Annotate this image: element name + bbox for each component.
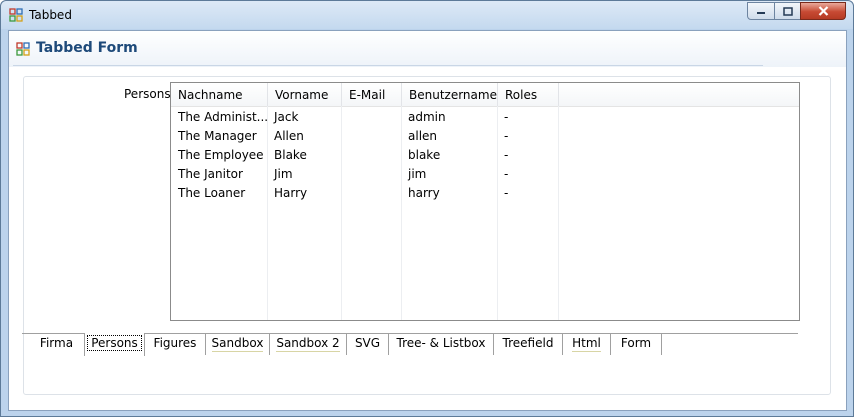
minimize-button[interactable] — [747, 2, 775, 20]
close-button[interactable] — [800, 2, 846, 20]
table-row[interactable]: The Janitor Jim jim - — [171, 165, 799, 184]
tab-html[interactable]: Html — [563, 333, 611, 355]
cell-roles: - — [504, 129, 509, 143]
tab-label: Firma — [39, 336, 74, 350]
cell-nachname: The Janitor — [178, 167, 243, 181]
cell-roles: - — [504, 167, 509, 181]
cell-email — [341, 127, 401, 146]
tab-label: Sandbox 2 — [276, 336, 340, 352]
header-divider — [13, 65, 763, 66]
column-header-benutzername[interactable]: Benutzername — [402, 83, 498, 106]
app-grid-icon — [9, 8, 23, 22]
tab-label: Form — [620, 336, 652, 350]
cell-nachname: The Manager — [178, 129, 257, 143]
tab-label: Treefield — [502, 336, 554, 350]
cell-nachname: The Administ... — [178, 110, 267, 124]
cell-email — [341, 165, 401, 184]
cell-vorname: Allen — [274, 129, 304, 143]
cell-nachname: The Employee — [178, 148, 264, 162]
title-bar[interactable]: Tabbed — [1, 1, 853, 29]
cell-email — [341, 108, 401, 127]
cell-benutzername: allen — [408, 129, 438, 143]
persons-table[interactable]: Nachname Vorname E-Mail Benutzername Rol… — [170, 82, 800, 321]
tab-label: Html — [572, 336, 601, 352]
tab-svg[interactable]: SVG — [347, 333, 389, 355]
window: Tabbed Tabbed Form Persons Nachname Vorn… — [0, 0, 854, 417]
cell-benutzername: jim — [408, 167, 427, 181]
table-row[interactable]: The Administ... Jack admin - — [171, 108, 799, 127]
cell-roles: - — [504, 148, 509, 162]
tab-label: Persons — [87, 335, 142, 351]
tab-label: Sandbox — [211, 336, 264, 352]
cell-vorname: Jim — [274, 167, 293, 181]
table-row[interactable]: The Employee Blake blake - — [171, 146, 799, 165]
form-grid-icon — [16, 42, 30, 56]
persons-field-label: Persons — [124, 87, 171, 101]
window-title: Tabbed — [29, 8, 72, 22]
cell-nachname: The Loaner — [178, 186, 246, 200]
tab-sandbox-2[interactable]: Sandbox 2 — [270, 333, 347, 355]
maximize-icon — [782, 6, 793, 16]
tab-tree-listbox[interactable]: Tree- & Listbox — [389, 333, 494, 355]
table-row[interactable]: The Loaner Harry harry - — [171, 184, 799, 203]
tab-label: Figures — [153, 336, 197, 350]
form-header: Tabbed Form — [9, 31, 846, 67]
column-header-roles[interactable]: Roles — [498, 83, 559, 106]
tab-persons[interactable]: Persons — [84, 333, 145, 356]
minimize-icon — [757, 12, 765, 14]
tab-strip: Firma Persons Figures Sandbox Sandbox 2 … — [22, 333, 798, 357]
tab-label: Tree- & Listbox — [396, 336, 486, 350]
column-header-vorname[interactable]: Vorname — [268, 83, 342, 106]
cell-vorname: Blake — [274, 148, 307, 162]
tab-sandbox[interactable]: Sandbox — [206, 333, 270, 355]
column-header-nachname[interactable]: Nachname — [171, 83, 268, 106]
tab-figures[interactable]: Figures — [145, 333, 206, 355]
table-header: Nachname Vorname E-Mail Benutzername Rol… — [171, 83, 799, 107]
tab-label: SVG — [354, 336, 381, 350]
cell-email — [341, 184, 401, 203]
cell-roles: - — [504, 110, 509, 124]
cell-benutzername: harry — [408, 186, 440, 200]
cell-benutzername: blake — [408, 148, 441, 162]
tab-treefield[interactable]: Treefield — [494, 333, 563, 355]
cell-email — [341, 146, 401, 165]
cell-benutzername: admin — [408, 110, 446, 124]
column-header-email[interactable]: E-Mail — [342, 83, 402, 106]
tab-firma[interactable]: Firma — [29, 333, 85, 355]
cell-vorname: Jack — [274, 110, 299, 124]
table-row[interactable]: The Manager Allen allen - — [171, 127, 799, 146]
tab-form[interactable]: Form — [611, 333, 662, 355]
cell-roles: - — [504, 186, 509, 200]
cell-vorname: Harry — [274, 186, 308, 200]
close-icon — [818, 6, 828, 16]
maximize-button[interactable] — [774, 2, 801, 20]
form-title: Tabbed Form — [36, 40, 138, 56]
